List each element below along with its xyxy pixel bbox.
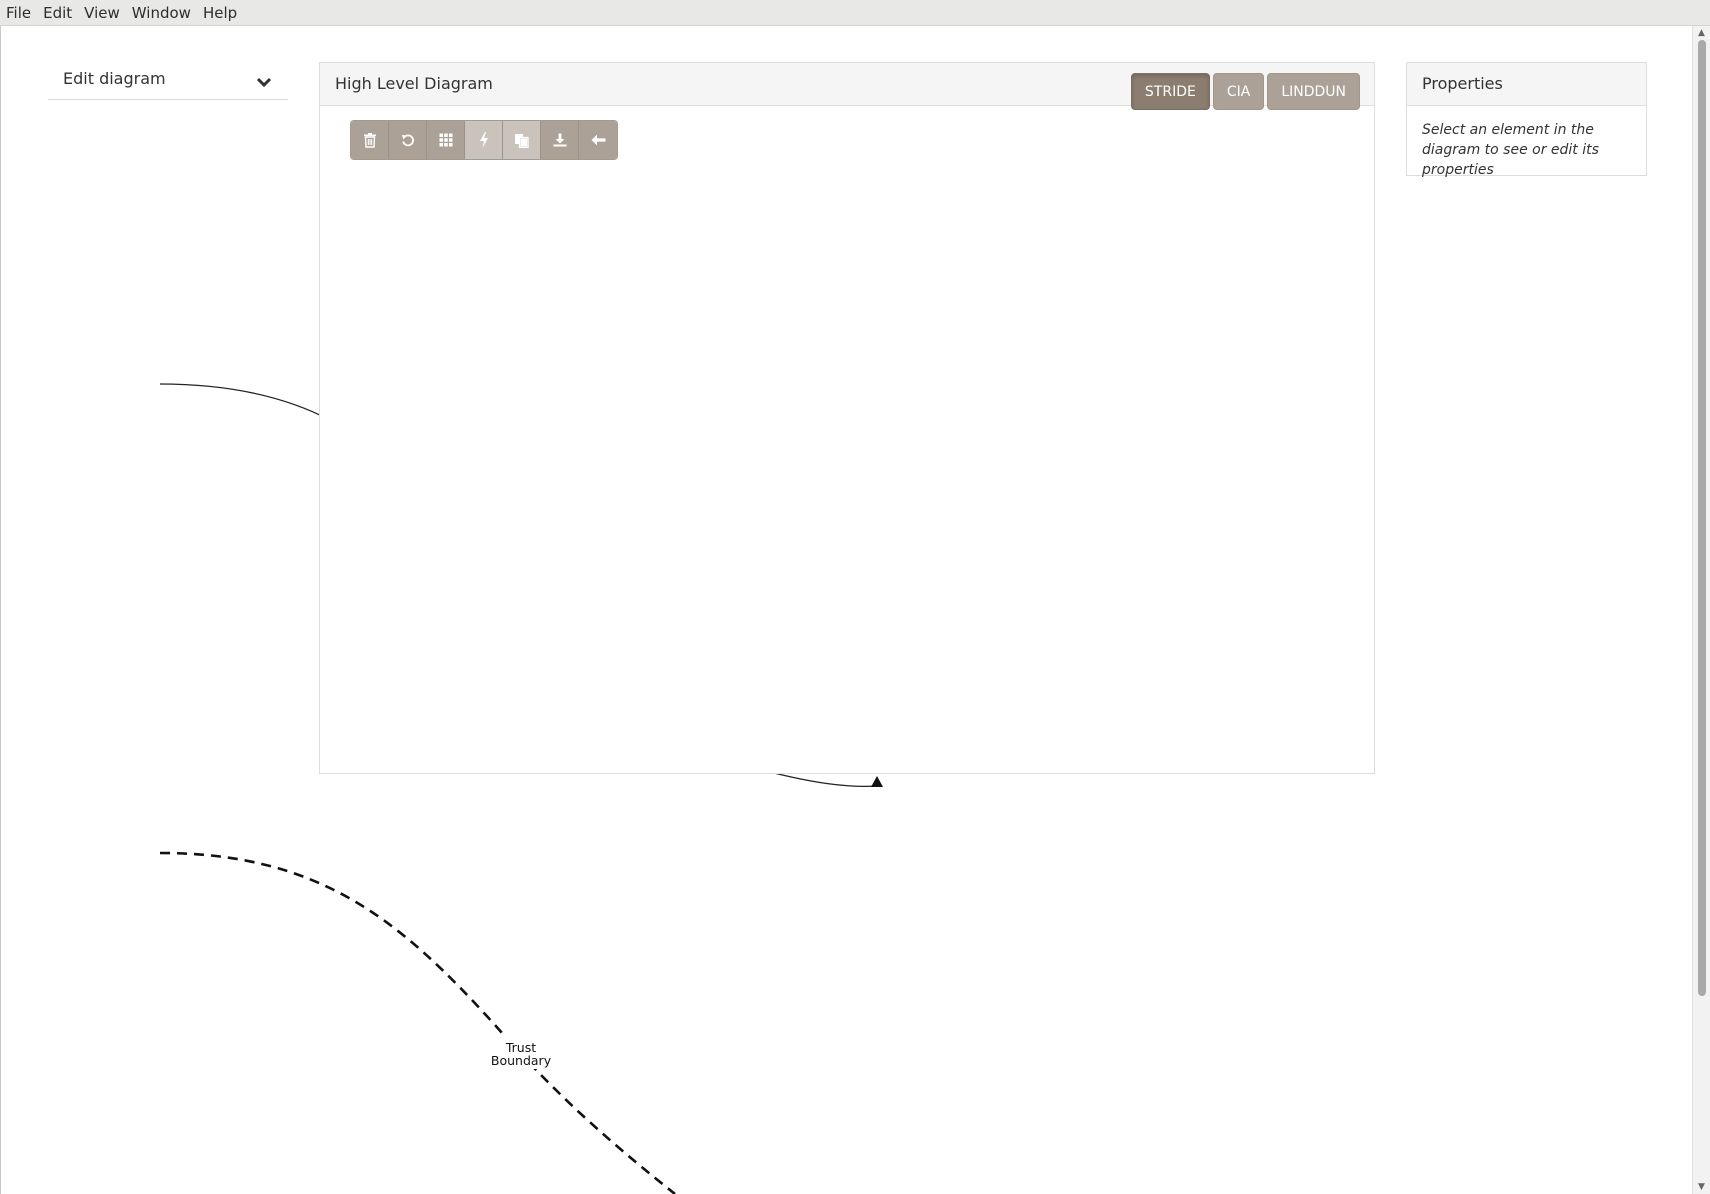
properties-panel: Properties Select an element in the diag… (1406, 62, 1647, 178)
menu-window[interactable]: Window (126, 0, 197, 26)
menu-edit[interactable]: Edit (37, 0, 78, 26)
diagram-toolbar (350, 120, 618, 160)
download-button[interactable] (541, 121, 579, 159)
window-left-border (0, 26, 1, 1194)
arrow-left-icon (591, 134, 605, 146)
grid-button[interactable] (427, 121, 465, 159)
undo-icon (401, 134, 414, 147)
diagram-title: High Level Diagram (335, 74, 493, 93)
menu-view[interactable]: View (78, 0, 126, 26)
menu-file[interactable]: File (0, 0, 37, 26)
delete-button[interactable] (351, 121, 389, 159)
trust-boundary-curve[interactable] (159, 851, 676, 1194)
data-flow-arrowhead (871, 776, 883, 787)
vertical-scrollbar[interactable]: ▲ ▼ (1692, 26, 1710, 1194)
scroll-down-arrow-icon[interactable]: ▼ (1693, 1180, 1710, 1194)
stride-button[interactable]: STRIDE (1130, 73, 1210, 110)
diagram-panel: High Level Diagram STRIDE CIA LINDDUN (319, 62, 1375, 774)
grid-icon (439, 133, 452, 147)
back-button[interactable] (579, 121, 617, 159)
trash-icon (363, 133, 376, 148)
lightning-icon (479, 132, 488, 148)
edit-diagram-dropdown[interactable]: Edit diagram (48, 64, 288, 100)
linddun-button[interactable]: LINDDUN (1267, 73, 1360, 110)
diagram-panel-heading: High Level Diagram STRIDE CIA LINDDUN (320, 63, 1374, 110)
menu-help[interactable]: Help (197, 0, 243, 26)
copy-button[interactable] (503, 121, 541, 159)
chevron-down-icon (256, 73, 272, 87)
properties-hint: Select an element in the diagram to see … (1422, 122, 1599, 178)
trust-boundary-label-bg (488, 1037, 556, 1069)
download-icon (553, 133, 566, 147)
copy-icon (515, 133, 529, 148)
cia-button[interactable]: CIA (1212, 73, 1265, 110)
scrollbar-thumb[interactable] (1698, 40, 1706, 996)
threat-method-group: STRIDE CIA LINDDUN (1130, 73, 1360, 110)
generate-threats-button[interactable] (465, 121, 503, 159)
properties-title: Properties (1407, 63, 1646, 106)
undo-button[interactable] (389, 121, 427, 159)
data-flow-line[interactable] (159, 383, 331, 421)
data-flow-line-bottom[interactable] (769, 771, 879, 788)
menu-bar: File Edit View Window Help (0, 0, 1710, 26)
edit-diagram-label: Edit diagram (63, 69, 166, 88)
scroll-up-arrow-icon[interactable]: ▲ (1693, 26, 1710, 40)
